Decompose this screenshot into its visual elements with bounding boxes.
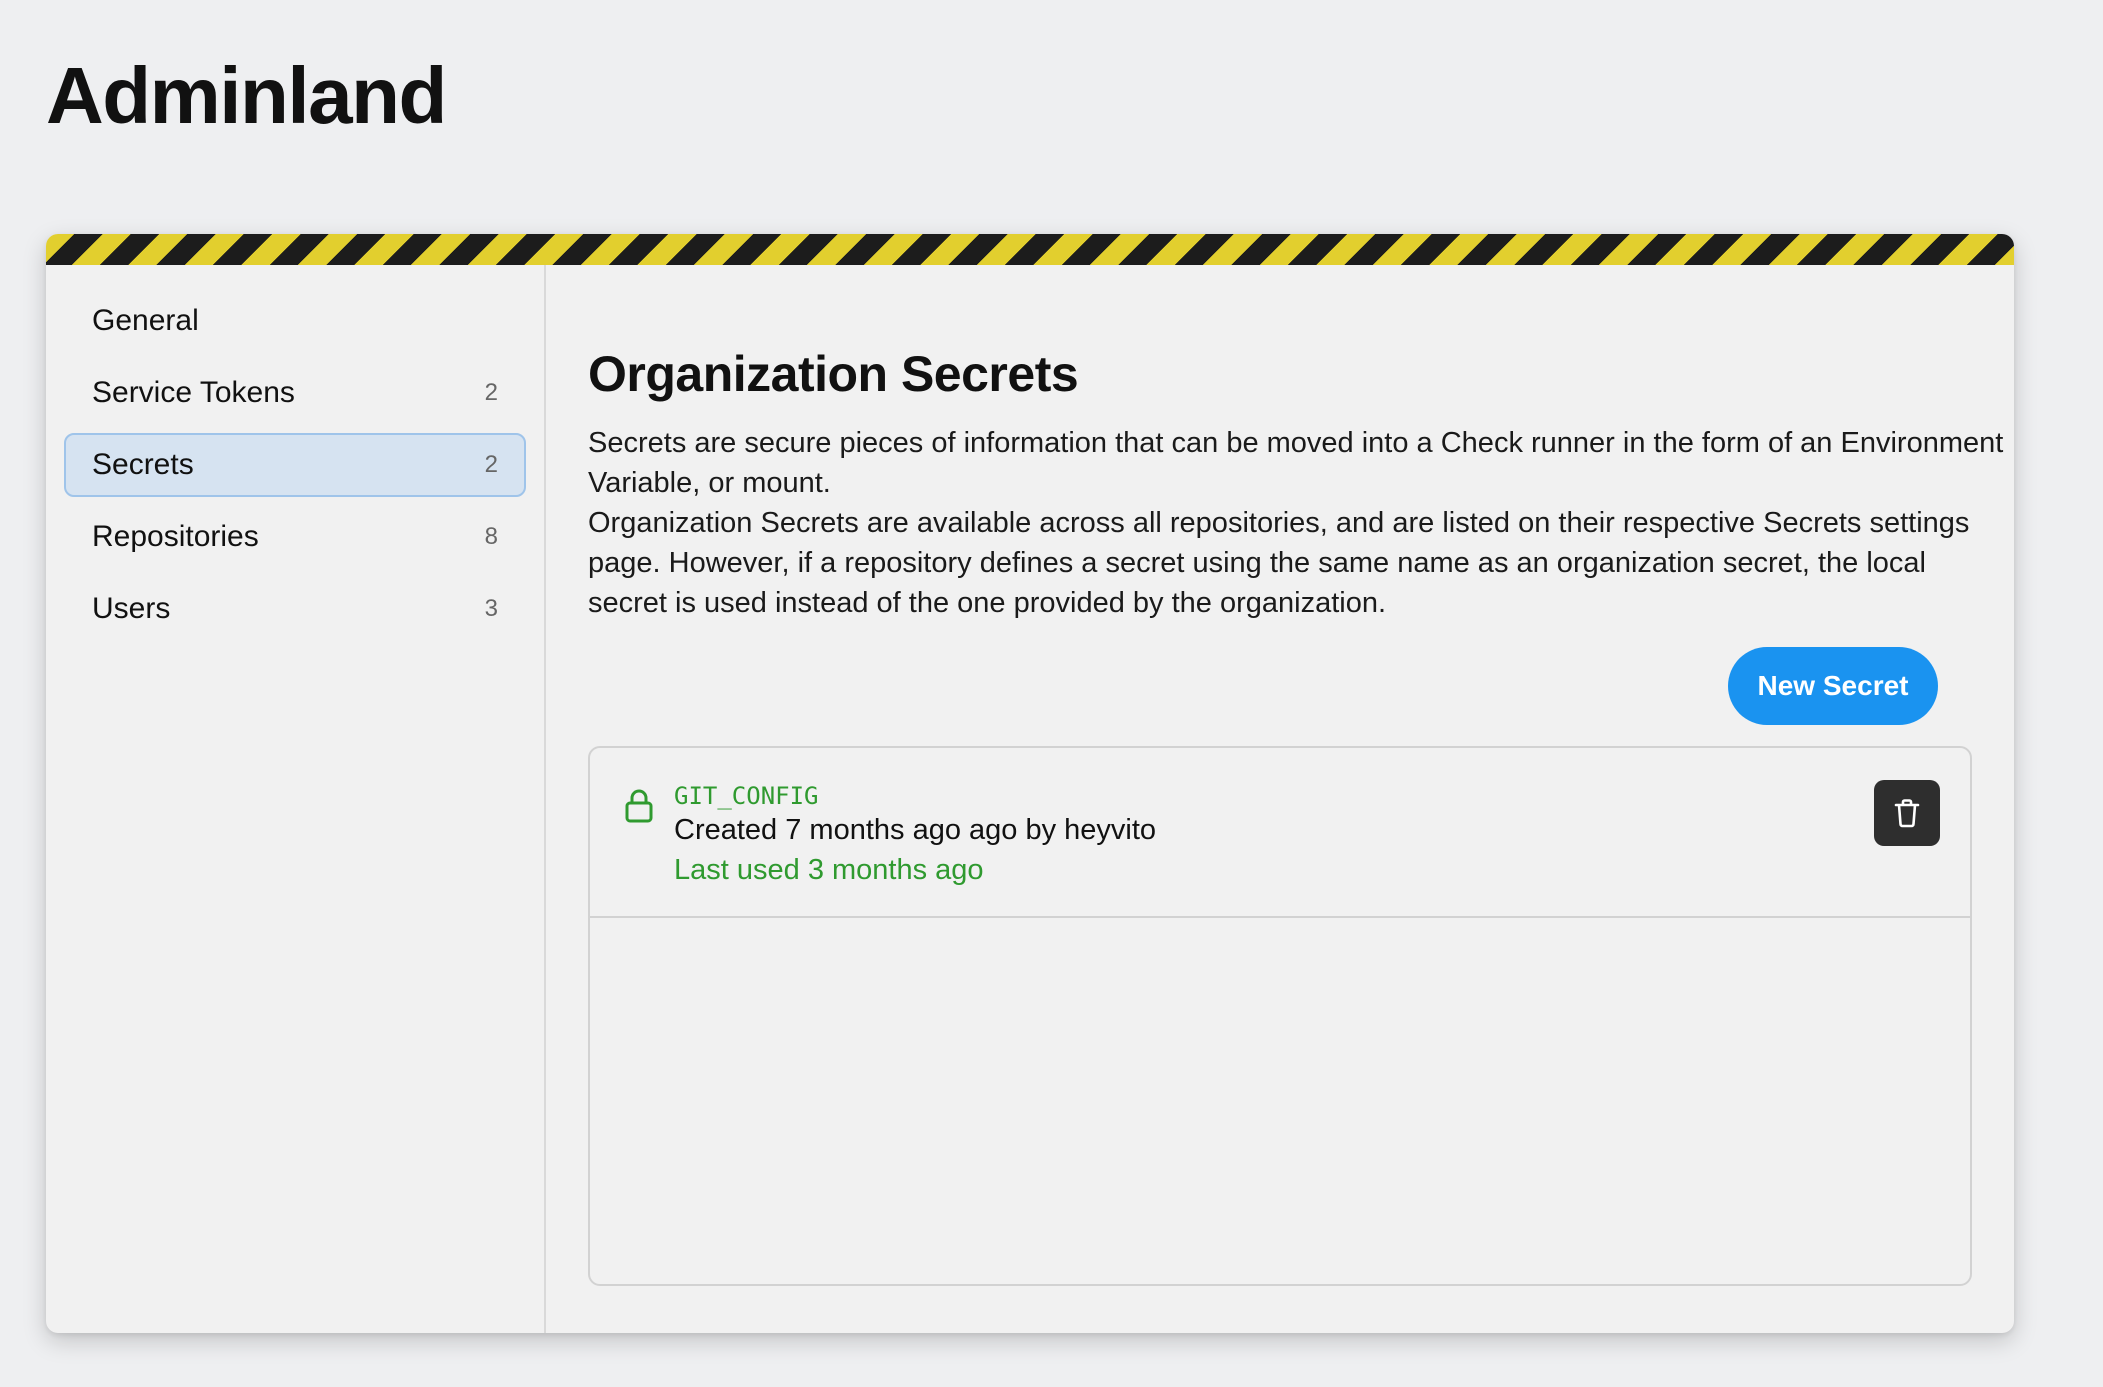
sidebar-item-general[interactable]: General — [64, 289, 526, 353]
sidebar-item-count: 3 — [484, 595, 498, 622]
sidebar-item-label: Service Tokens — [92, 376, 295, 409]
sidebar-item-service-tokens[interactable]: Service Tokens 2 — [64, 361, 526, 425]
lock-icon — [625, 789, 653, 823]
sidebar-item-label: Secrets — [92, 448, 194, 481]
hazard-stripe-banner — [46, 234, 2014, 265]
main-content: Organization Secrets Secrets are secure … — [546, 265, 2014, 1333]
sidebar-item-label: Users — [92, 592, 171, 625]
trash-icon — [1894, 799, 1920, 828]
new-secret-button[interactable]: New Secret — [1728, 647, 1938, 725]
section-description: Secrets are secure pieces of information… — [588, 423, 2008, 623]
sidebar-item-secrets[interactable]: Secrets 2 — [64, 433, 526, 497]
section-title: Organization Secrets — [588, 346, 1079, 402]
sidebar-item-count: 2 — [484, 451, 498, 478]
description-paragraph: Organization Secrets are available acros… — [588, 507, 1970, 619]
page-title: Adminland — [46, 51, 447, 140]
sidebar-item-label: General — [92, 304, 199, 337]
sidebar-item-users[interactable]: Users 3 — [64, 577, 526, 641]
sidebar-item-count: 2 — [484, 379, 498, 406]
secret-last-used-text: Last used 3 months ago — [674, 854, 984, 886]
secrets-list: GIT_CONFIG Created 7 months ago ago by h… — [588, 746, 1972, 1286]
sidebar-item-repositories[interactable]: Repositories 8 — [64, 505, 526, 569]
sidebar-item-label: Repositories — [92, 520, 259, 553]
sidebar: General Service Tokens 2 Secrets 2 Repos… — [46, 265, 546, 1333]
sidebar-item-count: 8 — [484, 523, 498, 550]
delete-secret-button[interactable] — [1874, 780, 1940, 846]
secret-created-text: Created 7 months ago ago by heyvito — [674, 814, 1157, 846]
settings-card: General Service Tokens 2 Secrets 2 Repos… — [46, 234, 2014, 1333]
secret-name: GIT_CONFIG — [674, 782, 819, 810]
list-item: GIT_CONFIG Created 7 months ago ago by h… — [590, 748, 1970, 918]
description-paragraph: Secrets are secure pieces of information… — [588, 427, 2004, 499]
